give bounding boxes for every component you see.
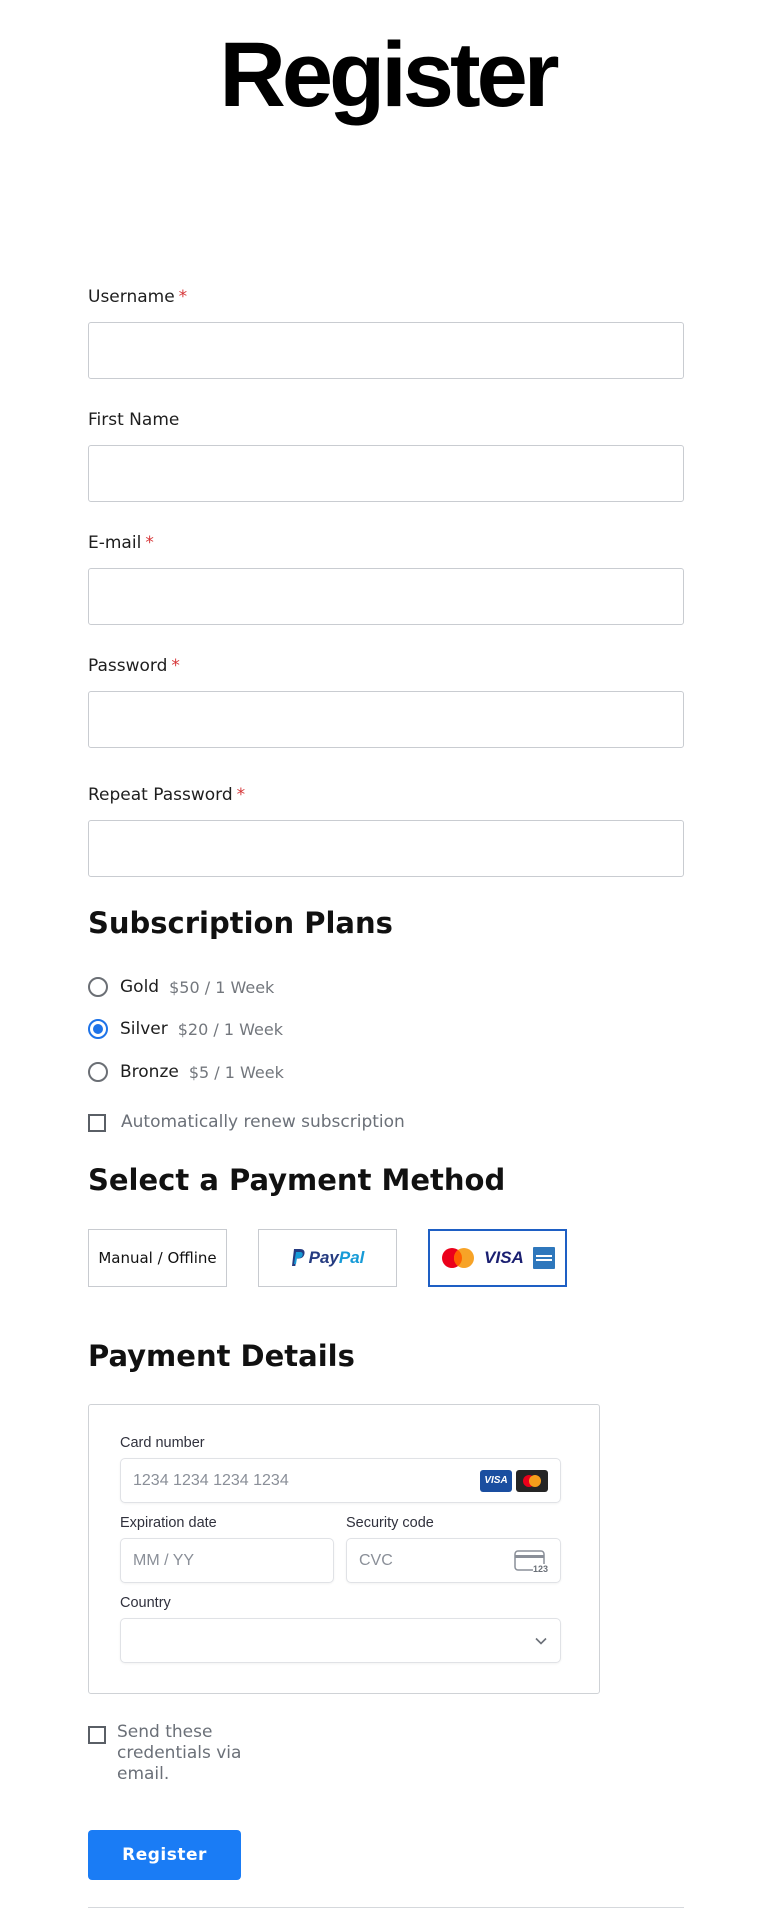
- password-input[interactable]: [88, 691, 684, 748]
- plan-silver[interactable]: Silver $20 / 1 Week: [88, 1017, 283, 1041]
- security-code-placeholder: CVC: [359, 1551, 393, 1569]
- amex-icon: [532, 1247, 555, 1269]
- visa-icon: VISA: [484, 1248, 524, 1267]
- expiration-label: Expiration date: [120, 1515, 217, 1531]
- auto-renew-checkbox[interactable]: [88, 1114, 106, 1132]
- plan-name: Gold: [120, 977, 160, 997]
- expiration-placeholder: MM / YY: [133, 1551, 195, 1569]
- card-number-placeholder: 1234 1234 1234 1234: [133, 1471, 289, 1489]
- plan-price: $20 / 1 Week: [177, 1019, 283, 1039]
- first-name-label: First Name: [88, 410, 179, 430]
- register-button[interactable]: Register: [88, 1830, 241, 1880]
- password-label-text: Password: [88, 656, 168, 676]
- payment-option-card[interactable]: VISA: [428, 1229, 567, 1287]
- email-label: E-mail *: [88, 533, 154, 553]
- plan-name: Bronze: [120, 1062, 179, 1082]
- repeat-password-label: Repeat Password *: [88, 785, 245, 805]
- payment-option-paypal[interactable]: PayPal: [258, 1229, 397, 1287]
- visa-icon: VISA: [480, 1469, 512, 1492]
- payment-method-heading: Select a Payment Method: [88, 1163, 506, 1197]
- required-marker: *: [236, 785, 246, 805]
- email-input[interactable]: [88, 568, 684, 625]
- paypal-wordmark-pal: Pal: [338, 1248, 365, 1267]
- plan-name: Silver: [120, 1019, 168, 1039]
- card-number-input[interactable]: 1234 1234 1234 1234 VISA: [120, 1458, 561, 1503]
- plan-bronze[interactable]: Bronze $5 / 1 Week: [88, 1060, 284, 1084]
- required-marker: *: [145, 533, 154, 553]
- country-select[interactable]: [120, 1618, 561, 1663]
- plan-gold[interactable]: Gold $50 / 1 Week: [88, 975, 274, 999]
- paypal-wordmark: PayPal: [309, 1248, 365, 1268]
- username-input[interactable]: [88, 322, 684, 379]
- email-label-text: E-mail: [88, 533, 142, 553]
- plan-silver-radio[interactable]: [88, 1019, 108, 1039]
- plan-price: $50 / 1 Week: [169, 977, 275, 997]
- required-marker: *: [171, 656, 180, 676]
- paypal-wordmark-pay: Pay: [308, 1248, 339, 1267]
- cvc-card-icon: 123: [514, 1549, 548, 1574]
- country-label: Country: [120, 1595, 171, 1611]
- first-name-input[interactable]: [88, 445, 684, 502]
- first-name-label-text: First Name: [88, 410, 180, 430]
- repeat-password-label-text: Repeat Password: [88, 785, 233, 805]
- paypal-icon: [291, 1249, 305, 1266]
- plan-price: $5 / 1 Week: [188, 1062, 284, 1082]
- required-marker: *: [178, 287, 188, 307]
- payment-option-manual[interactable]: Manual / Offline: [88, 1229, 227, 1287]
- payment-details-heading: Payment Details: [88, 1339, 355, 1373]
- payment-option-label: Manual / Offline: [98, 1249, 217, 1267]
- plan-bronze-radio[interactable]: [88, 1062, 108, 1082]
- auto-renew-label: Automatically renew subscription: [121, 1112, 405, 1132]
- mastercard-icon: [442, 1248, 475, 1268]
- username-label-text: Username: [88, 287, 175, 307]
- card-number-label: Card number: [120, 1435, 205, 1451]
- page-title: Register: [219, 24, 559, 126]
- security-code-input[interactable]: CVC 123: [346, 1538, 561, 1583]
- mastercard-icon: [516, 1469, 548, 1492]
- password-label: Password *: [88, 656, 180, 676]
- security-code-label: Security code: [346, 1515, 434, 1531]
- expiration-input[interactable]: MM / YY: [120, 1538, 334, 1583]
- repeat-password-input[interactable]: [88, 820, 684, 877]
- username-label: Username *: [88, 287, 187, 307]
- plan-gold-radio[interactable]: [88, 977, 108, 997]
- payment-details-panel: Card number 1234 1234 1234 1234 VISA Exp…: [88, 1404, 600, 1694]
- card-brand-icons: VISA: [480, 1469, 548, 1492]
- chevron-down-icon: [535, 1637, 547, 1645]
- cvc-icon-text: 123: [532, 1563, 548, 1574]
- send-credentials-checkbox[interactable]: [88, 1726, 106, 1744]
- send-credentials-label: Send these credentials via email.: [117, 1722, 242, 1784]
- subscription-plans-heading: Subscription Plans: [88, 906, 393, 940]
